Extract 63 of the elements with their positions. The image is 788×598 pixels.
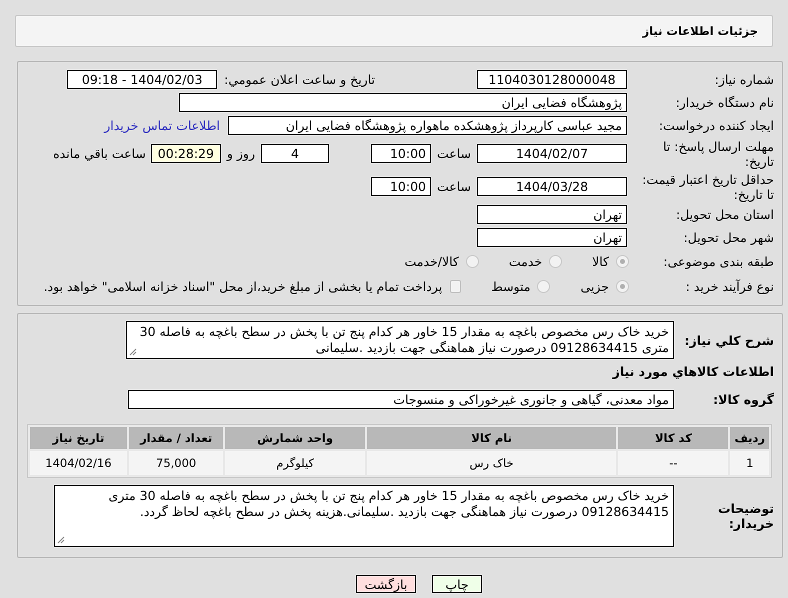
field-label: شهر محل تحویل: <box>682 230 775 245</box>
field-label: مهلت ارسال پاسخ: تا تاریخ: <box>662 138 775 168</box>
radio-label: خدمت <box>508 254 542 269</box>
text-field[interactable]: 1104030128000048 <box>477 70 627 89</box>
radio-label: جزیی <box>580 279 609 294</box>
section-heading: اطلاعات کالاهاي مورد نياز <box>612 364 775 378</box>
radio-button[interactable] <box>549 255 562 268</box>
radio-button[interactable] <box>537 280 550 293</box>
text-field[interactable]: 1404/02/03 - 09:18 <box>67 70 218 89</box>
table-cell: 1404/02/16 <box>30 451 127 475</box>
table-cell: -- <box>618 451 728 475</box>
field-label: طبقه بندی موضوعی: <box>662 254 775 269</box>
text-field[interactable]: 1404/02/07 <box>477 144 627 163</box>
table-cell: خاک رس <box>366 451 616 475</box>
column-header: واحد شمارش <box>225 427 365 449</box>
field-label: نام دستگاه خریدار: <box>674 95 775 110</box>
table-cell: کیلوگرم <box>225 451 365 475</box>
column-header: کد کالا <box>618 427 728 449</box>
resize-grip-icon[interactable] <box>129 348 137 356</box>
field-label: ایجاد کننده درخواست: <box>658 118 775 133</box>
print-button[interactable]: چاپ <box>432 575 482 593</box>
notes-field[interactable]: خرید خاک رس مخصوص باغچه به مقدار 15 خاور هر کدام پنج تن با پخش در سطح باغچه به فاصله 30 متری 09128634415 درصورت نیاز هماهنگی جهت بازدید .سلیمانی.هزینه پخش در سطح باغچه لحاظ گردد. <box>54 485 674 547</box>
text-field[interactable]: 4 <box>260 144 329 163</box>
column-header: تاریخ نیاز <box>30 427 127 449</box>
text-field[interactable]: 1404/03/28 <box>477 177 627 196</box>
field-label: توضیحات خریدار: <box>717 501 775 531</box>
field-label: شماره نیاز: <box>714 72 775 87</box>
field-label: ساعت <box>436 146 471 161</box>
radio-label: کالا/خدمت <box>404 254 459 269</box>
field-label: ساعت باقي مانده <box>53 146 146 161</box>
text-field[interactable]: پژوهشگاه فضایی ایران <box>179 93 627 112</box>
column-header: رديف <box>730 427 769 449</box>
field-label: ساعت <box>436 179 471 194</box>
field-label: گروه کالا: <box>712 392 775 406</box>
countdown-field[interactable]: 00:28:29 <box>150 144 221 163</box>
text-field[interactable]: مجید عباسی کارپرداز پژوهشکده ماهواره پژوهشگاه فضایی ایران <box>228 116 627 135</box>
text-field[interactable]: 10:00 <box>370 144 431 163</box>
radio-label: کالا <box>592 254 609 269</box>
radio-label: متوسط <box>491 279 530 294</box>
text-field[interactable]: تهران <box>477 228 627 247</box>
checkbox[interactable] <box>450 280 462 293</box>
radio-button[interactable] <box>616 280 629 293</box>
checkbox-label: پرداخت تمام یا بخشی از مبلغ خرید،از محل "اسناد خزانه اسلامی" خواهد بود. <box>44 279 442 294</box>
field-label: شرح کلي نياز: <box>684 332 775 348</box>
resize-grip-icon[interactable] <box>57 536 65 544</box>
table-cell: 1 <box>730 451 769 475</box>
contact-link[interactable]: اطلاعات تماس خریدار <box>104 118 220 133</box>
text-field[interactable]: تهران <box>477 205 627 224</box>
field-label: حداقل تاریخ اعتبار قیمت: تا تاریخ: <box>641 172 775 202</box>
description-field[interactable]: خرید خاک رس مخصوص باغچه به مقدار 15 خاور هر کدام پنج تن با پخش در سطح باغچه به فاصله 30 متری 09128634415 درصورت نیاز هماهنگی جهت بازدید .سلیمانی <box>126 321 674 359</box>
field-label: نوع فرآیند خرید : <box>684 279 775 294</box>
column-header: نام کالا <box>366 427 616 449</box>
radio-button[interactable] <box>466 255 479 268</box>
back-button[interactable]: بازگشت <box>356 575 416 593</box>
table-cell: 75,000 <box>128 451 224 475</box>
field-label: روز و <box>226 146 255 161</box>
radio-button[interactable] <box>616 255 629 268</box>
page-title: جزئیات اطلاعات نیاز <box>642 24 758 38</box>
field-label: تاریخ و ساعت اعلان عمومي: <box>224 72 375 87</box>
field-label: استان محل تحویل: <box>674 207 775 222</box>
text-field[interactable]: مواد معدنی، گیاهی و جانوری غیرخوراکی و منسوجات <box>128 390 674 408</box>
column-header: تعداد / مقدار <box>128 427 224 449</box>
text-field[interactable]: 10:00 <box>370 177 431 196</box>
